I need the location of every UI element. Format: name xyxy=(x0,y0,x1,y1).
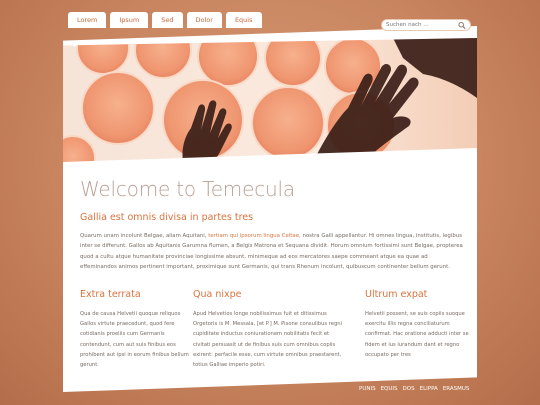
column-extra-terrata: Extra terrata Qua de causa Helvetii quoq… xyxy=(80,289,190,370)
tab-sed[interactable]: Sed xyxy=(152,12,183,28)
column-heading: Ultrum expat xyxy=(365,289,428,300)
column-text: Helvetii possent, se suis copiis suoque … xyxy=(365,311,469,358)
column-text: Qua de causa Helvetii quoque reliquos Ga… xyxy=(80,311,189,369)
intro-paragraph: Quarum unam incolunt Belgae, aliam Aquit… xyxy=(80,231,464,273)
page-subtitle: Gallia est omnis divisa in partes tres xyxy=(80,212,254,223)
column-heading: Qua nixpe xyxy=(193,289,242,300)
column-heading: Extra terrata xyxy=(80,289,141,300)
intro-highlight-link[interactable]: tertiam qui ipsorum lingua Celtae xyxy=(208,233,299,239)
footer-link-punis[interactable]: PUNIS xyxy=(359,386,376,392)
apple-icon[interactable] xyxy=(72,40,78,47)
footer-links: PUNIS EQUIS DOS ELIPPA ERASMUS xyxy=(359,386,469,392)
column-qua-nixpe: Qua nixpe Apud Helvetios longe nobilissi… xyxy=(193,289,345,370)
hero-image xyxy=(63,38,477,162)
tab-dolor[interactable]: Dolor xyxy=(186,12,222,28)
tab-lorem[interactable]: Lorem xyxy=(68,12,107,28)
footer-link-equis[interactable]: EQUIS xyxy=(381,386,398,392)
footer-link-dos[interactable]: DOS xyxy=(403,386,415,392)
footer-link-erasmus[interactable]: ERASMUS xyxy=(443,386,470,392)
intro-text-start: Quarum unam incolunt Belgae, aliam Aquit… xyxy=(80,233,209,239)
column-ultrum-expat: Ultrum expat Helvetii possent, se suis c… xyxy=(365,289,470,360)
search-box xyxy=(381,19,471,31)
tab-equis[interactable]: Equis xyxy=(225,12,262,28)
column-text: Apud Helvetios longe nobilissimus fuit e… xyxy=(193,311,342,369)
tab-ipsum[interactable]: Ipsum xyxy=(110,12,149,28)
search-input[interactable] xyxy=(386,22,458,28)
footer-link-elippa[interactable]: ELIPPA xyxy=(420,386,438,392)
nav-tabs: Lorem Ipsum Sed Dolor Equis xyxy=(68,12,262,28)
page-title: Welcome to Temecula xyxy=(80,177,295,201)
petri-dish-illustration xyxy=(63,38,477,162)
search-icon[interactable] xyxy=(458,21,466,30)
